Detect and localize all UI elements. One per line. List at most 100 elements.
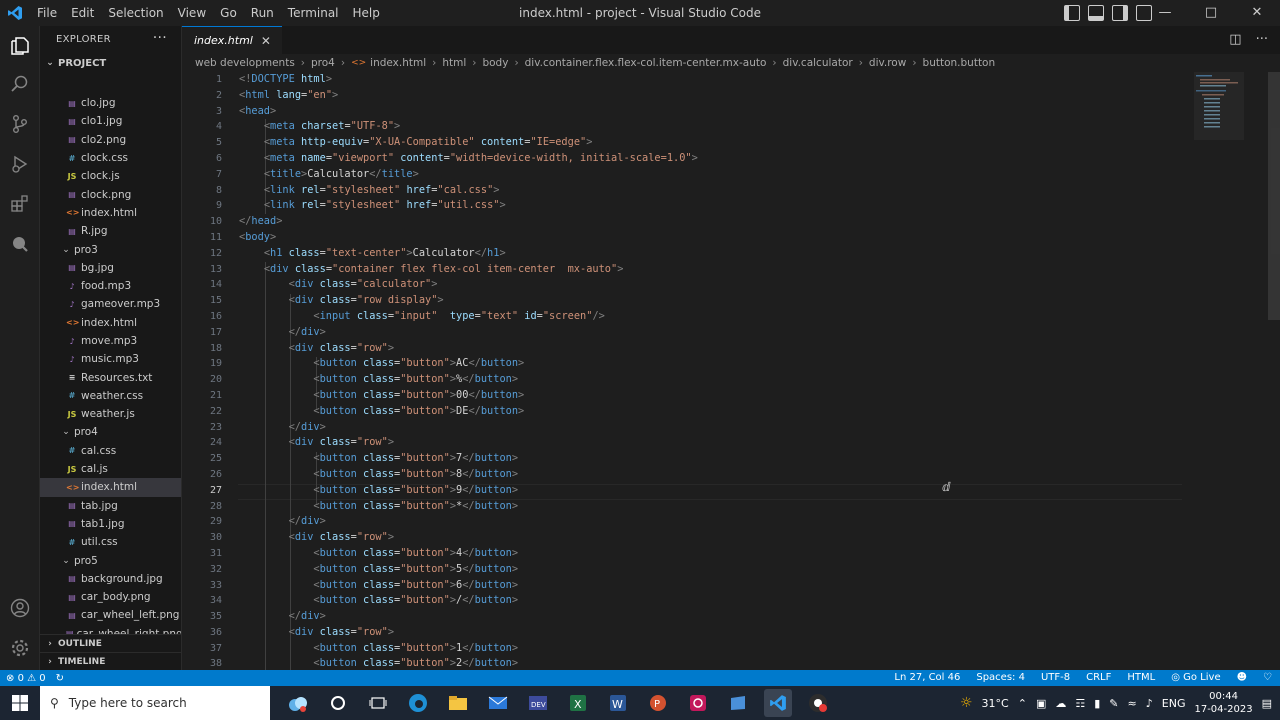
breadcrumb-item[interactable]: web developments [195, 57, 295, 69]
line-ending[interactable]: CRLF [1086, 670, 1111, 686]
split-editor-icon[interactable]: ◫ [1229, 32, 1241, 47]
go-live-button[interactable]: ◎ Go Live [1171, 670, 1220, 686]
breadcrumb-item[interactable]: div.row [869, 57, 906, 69]
edge-browser-icon[interactable] [404, 689, 432, 717]
accounts-icon[interactable] [8, 596, 32, 620]
file-item[interactable]: ▤ clo.jpg [40, 94, 181, 112]
file-item[interactable]: ▤ car_wheel_left.png [40, 606, 181, 624]
file-item[interactable]: ♪ move.mp3 [40, 332, 181, 350]
notifications-bell-icon[interactable]: ♡ [1263, 670, 1272, 686]
cursor-position[interactable]: Ln 27, Col 46 [894, 670, 960, 686]
file-item[interactable]: ▤ car_body.png [40, 588, 181, 606]
volume-icon[interactable]: ♪ [1146, 697, 1153, 710]
file-item[interactable]: JS clock.js [40, 167, 181, 185]
windows-start-icon[interactable] [0, 686, 40, 720]
network-icon[interactable]: ☶ [1075, 697, 1085, 710]
indentation[interactable]: Spaces: 4 [976, 670, 1025, 686]
breadcrumb-item[interactable]: pro4 [311, 57, 335, 69]
minimap[interactable] [1194, 72, 1244, 142]
notifications-icon[interactable]: ▤ [1262, 697, 1272, 710]
temperature[interactable]: 31°C [982, 697, 1009, 710]
file-item[interactable]: ▤ bg.jpg [40, 259, 181, 277]
search-icon[interactable] [8, 72, 32, 96]
word-icon[interactable]: W [604, 689, 632, 717]
file-item[interactable]: ▤ tab1.jpg [40, 515, 181, 533]
toggle-sidebar-icon[interactable] [1064, 5, 1080, 21]
explorer-icon[interactable] [8, 34, 32, 58]
menu-edit[interactable]: Edit [64, 0, 101, 26]
file-item[interactable]: # util.css [40, 533, 181, 551]
file-item[interactable]: JS cal.js [40, 460, 181, 478]
cortana-icon[interactable] [324, 689, 352, 717]
file-item[interactable]: ▤ clock.png [40, 185, 181, 203]
menu-help[interactable]: Help [346, 0, 387, 26]
vscode-taskbar-icon[interactable] [764, 689, 792, 717]
menu-file[interactable]: File [30, 0, 64, 26]
mail-icon[interactable] [484, 689, 512, 717]
clock[interactable]: 00:44 17-04-2023 [1194, 690, 1252, 716]
feedback-icon[interactable]: ☻ [1237, 670, 1247, 686]
remote-explorer-icon[interactable] [8, 232, 32, 256]
project-folder-header[interactable]: ⌄ PROJECT [40, 52, 181, 74]
file-item[interactable]: # weather.css [40, 387, 181, 405]
code-editor[interactable]: 1 2 3 4 5 6 7 8 9 10 11 12 13 14 15 16 17 18 19 20 21 22 23 24 2… [182, 72, 1280, 670]
menu-selection[interactable]: Selection [101, 0, 170, 26]
maximize-button[interactable]: □ [1188, 0, 1234, 26]
menu-terminal[interactable]: Terminal [281, 0, 346, 26]
language-mode[interactable]: HTML [1127, 670, 1155, 686]
file-item[interactable]: <> index.html [40, 478, 181, 497]
file-item[interactable]: <> index.html [40, 204, 181, 222]
folder-item[interactable]: ⌄ pro5 [40, 551, 181, 569]
close-button[interactable]: ✕ [1234, 0, 1280, 26]
menu-go[interactable]: Go [213, 0, 244, 26]
file-explorer-icon[interactable] [444, 689, 472, 717]
file-item[interactable]: ♪ gameover.mp3 [40, 295, 181, 313]
breadcrumb-item[interactable]: body [482, 57, 508, 69]
folder-item[interactable]: ⌄ pro4 [40, 423, 181, 441]
chrome-icon[interactable] [804, 689, 832, 717]
file-item[interactable]: ♪ food.mp3 [40, 277, 181, 295]
file-item[interactable]: ≡ Resources.txt [40, 368, 181, 386]
wifi-icon[interactable]: ≈ [1128, 697, 1137, 710]
taskbar-search-box[interactable]: ⚲ Type here to search [40, 686, 270, 720]
tab-index-html[interactable]: index.html ✕ [182, 26, 282, 54]
live-share-icon[interactable]: ↻ [56, 673, 64, 684]
more-actions-icon[interactable]: ··· [1256, 32, 1268, 47]
cloud-icon[interactable]: ☁ [1055, 697, 1066, 710]
encoding[interactable]: UTF-8 [1041, 670, 1070, 686]
battery-icon[interactable]: ▮ [1094, 697, 1100, 710]
close-tab-icon[interactable]: ✕ [261, 34, 271, 48]
language-indicator[interactable]: ENG [1162, 697, 1186, 710]
toggle-panel-icon[interactable] [1088, 5, 1104, 21]
breadcrumb-item[interactable]: div.container.flex.flex-col.item-center.… [525, 57, 767, 69]
outline-section[interactable]: › OUTLINE [40, 634, 181, 652]
powerpoint-icon[interactable]: P [644, 689, 672, 717]
run-debug-icon[interactable] [8, 152, 32, 176]
file-item[interactable]: ♪ music.mp3 [40, 350, 181, 368]
weather-widget-icon[interactable] [284, 689, 312, 717]
chevron-up-icon[interactable]: ⌃ [1018, 697, 1027, 710]
file-item[interactable]: ▤ R.jpg [40, 222, 181, 240]
dev-tool-icon[interactable]: DEV [524, 689, 552, 717]
folder-item[interactable]: ⌄ pro3 [40, 240, 181, 258]
file-item[interactable]: JS weather.js [40, 405, 181, 423]
screen-recorder-icon[interactable] [684, 689, 712, 717]
breadcrumb-item[interactable]: div.calculator [783, 57, 853, 69]
toggle-secondary-sidebar-icon[interactable] [1112, 5, 1128, 21]
menu-run[interactable]: Run [244, 0, 281, 26]
weather-sun-icon[interactable]: ☼ [960, 695, 973, 711]
file-item[interactable]: ▤ background.jpg [40, 570, 181, 588]
timeline-section[interactable]: › TIMELINE [40, 652, 181, 670]
breadcrumb-item[interactable]: index.html [370, 57, 426, 69]
extensions-icon[interactable] [8, 192, 32, 216]
pen-icon[interactable]: ✎ [1109, 697, 1118, 710]
menu-view[interactable]: View [171, 0, 213, 26]
file-item[interactable]: # clock.css [40, 149, 181, 167]
file-item[interactable]: ▤ clo1.jpg [40, 112, 181, 130]
webcam-icon[interactable]: ▣ [1036, 697, 1046, 710]
excel-icon[interactable]: X [564, 689, 592, 717]
file-item[interactable]: ▤ tab.jpg [40, 497, 181, 515]
breadcrumb-item[interactable]: button.button [923, 57, 996, 69]
task-view-icon[interactable] [364, 689, 392, 717]
problems-indicator[interactable]: ⊗ 0 ⚠ 0 [6, 673, 46, 684]
